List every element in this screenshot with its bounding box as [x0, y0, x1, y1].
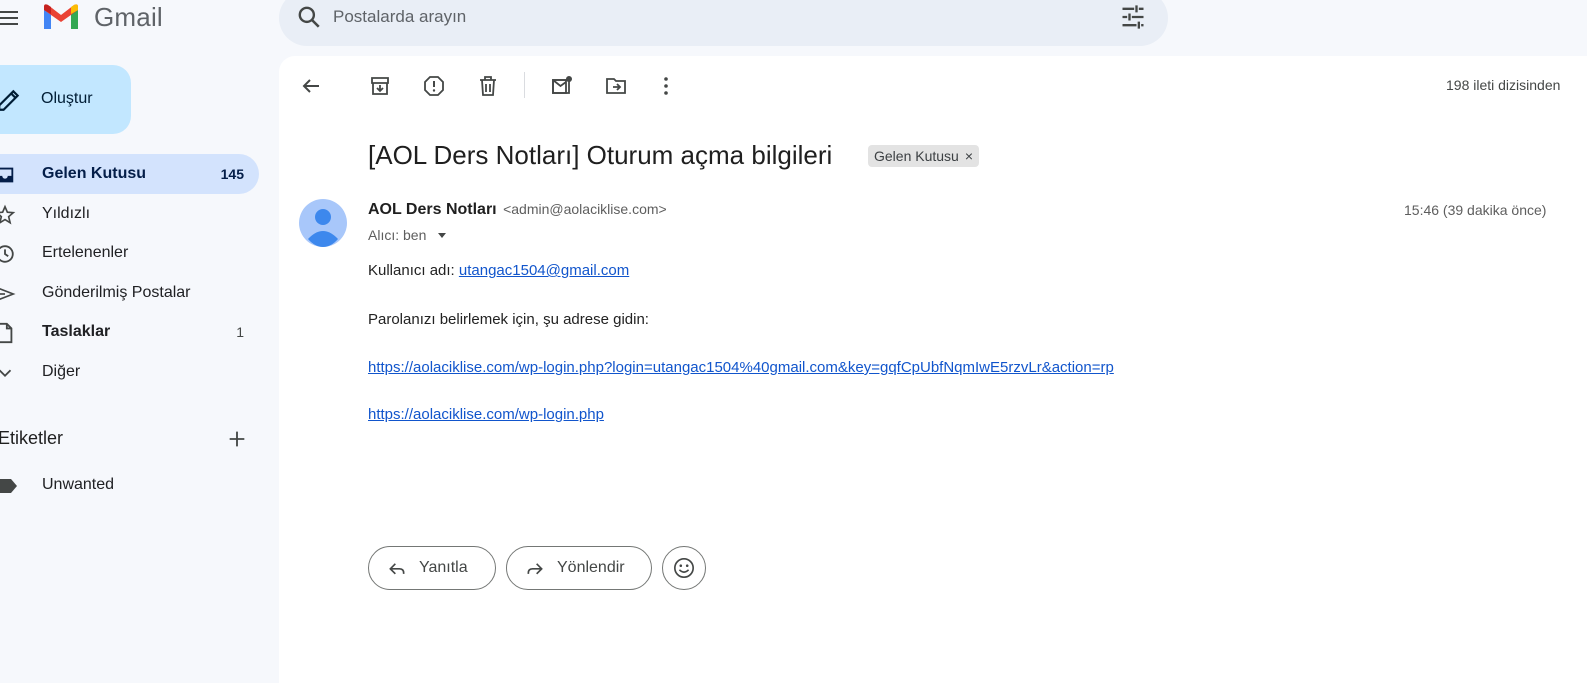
message-subject: [AOL Ders Notları] Oturum açma bilgileri: [368, 140, 833, 170]
thread-count: 198 ileti dizisinden: [1446, 77, 1561, 93]
sidebar-item-label: Taslaklar: [42, 323, 111, 341]
gmail-wordmark: Gmail: [94, 1, 163, 32]
username-link[interactable]: utangac1504@gmail.com: [459, 262, 629, 279]
sidebar-item-drafts[interactable]: Taslaklar 1: [0, 312, 259, 352]
search-options-icon[interactable]: [1119, 3, 1147, 31]
sidebar-item-inbox[interactable]: Gelen Kutusu 145: [0, 154, 259, 194]
forward-label: Yönlendir: [557, 559, 625, 576]
search-bar[interactable]: [279, 0, 1168, 46]
hamburger-icon: [0, 11, 18, 25]
more-options-icon[interactable]: [654, 74, 678, 98]
sidebar-nav: Gelen Kutusu 145 Yıldızlı Ertelenenler G…: [0, 154, 259, 392]
main-menu-button[interactable]: [0, 6, 22, 30]
label-icon: [0, 479, 17, 493]
sender-email: <admin@aolaciklise.com>: [503, 201, 667, 217]
message-view: 198 ileti dizisinden [AOL Ders Notları] …: [279, 56, 1587, 683]
star-icon: [0, 204, 16, 225]
gmail-logo-icon: [44, 4, 78, 29]
sidebar-item-label: Yıldızlı: [42, 204, 91, 222]
sidebar-item-label: Gönderilmiş Postalar: [42, 283, 191, 301]
clock-icon: [0, 245, 14, 263]
sidebar-item-label: Ertelenenler: [42, 244, 129, 262]
username-label: Kullanıcı adı:: [368, 262, 455, 279]
username-line: Kullanıcı adı: utangac1504@gmail.com: [368, 262, 629, 279]
sidebar-item-label: Diğer: [42, 362, 81, 380]
search-input[interactable]: [333, 4, 1093, 30]
forward-icon: [527, 563, 543, 575]
search-icon[interactable]: [296, 4, 322, 30]
inbox-tag[interactable]: Gelen Kutusu ×: [868, 145, 980, 167]
back-arrow-icon[interactable]: [299, 74, 323, 98]
drafts-count: 1: [236, 324, 244, 341]
inbox-tag-label: Gelen Kutusu: [874, 148, 959, 164]
report-spam-icon[interactable]: [422, 74, 446, 98]
sidebar-item-starred[interactable]: Yıldızlı: [0, 194, 259, 234]
sidebar-item-more[interactable]: Diğer: [0, 352, 259, 392]
emoji-reaction-button[interactable]: [662, 546, 706, 590]
draft-icon: [0, 323, 13, 344]
gmail-logo[interactable]: Gmail: [42, 0, 163, 34]
pencil-icon: [0, 89, 20, 111]
sidebar-item-snoozed[interactable]: Ertelenenler: [0, 233, 259, 273]
chevron-down-icon: [0, 369, 12, 378]
smiley-icon: [674, 558, 694, 578]
login-link-line: https://aolaciklise.com/wp-login.php: [368, 406, 604, 423]
move-to-icon[interactable]: [604, 74, 628, 98]
caret-down-icon[interactable]: [436, 229, 448, 241]
toolbar-divider: [524, 72, 525, 98]
message-time: 15:46 (39 dakika önce): [1404, 202, 1547, 218]
sidebar-item-label: Gelen Kutusu: [42, 165, 147, 182]
recipient-text: Alıcı: ben: [368, 227, 427, 243]
reset-link-line: https://aolaciklise.com/wp-login.php?log…: [368, 359, 1114, 376]
login-link[interactable]: https://aolaciklise.com/wp-login.php: [368, 406, 604, 423]
plus-icon[interactable]: [226, 428, 248, 450]
unread-count: 145: [220, 166, 244, 182]
sender-line: AOL Ders Notları <admin@aolaciklise.com>: [368, 201, 667, 219]
sender-avatar[interactable]: [299, 199, 347, 247]
forward-button[interactable]: Yönlendir: [506, 546, 652, 590]
recipient-details[interactable]: Alıcı: ben: [368, 227, 448, 243]
sidebar-item-sent[interactable]: Gönderilmiş Postalar: [0, 273, 259, 313]
mark-unread-icon[interactable]: [550, 74, 574, 98]
reply-label: Yanıtla: [419, 559, 468, 576]
compose-button[interactable]: Oluştur: [0, 65, 131, 134]
archive-icon[interactable]: [368, 74, 392, 98]
remove-label-icon[interactable]: ×: [965, 148, 973, 164]
password-reset-link[interactable]: https://aolaciklise.com/wp-login.php?log…: [368, 359, 1114, 376]
password-instruction: Parolanızı belirlemek için, şu adrese gi…: [368, 311, 649, 328]
send-icon: [0, 287, 16, 300]
sender-name[interactable]: AOL Ders Notları: [368, 201, 497, 218]
sidebar-label-unwanted[interactable]: Unwanted: [0, 474, 250, 498]
delete-icon[interactable]: [476, 74, 500, 98]
inbox-icon: [0, 167, 14, 183]
reply-icon: [389, 563, 405, 575]
sidebar-label-text: Unwanted: [42, 476, 115, 493]
reply-button[interactable]: Yanıtla: [368, 546, 496, 590]
compose-label: Oluştur: [41, 90, 93, 107]
labels-heading: Etiketler: [0, 428, 64, 448]
